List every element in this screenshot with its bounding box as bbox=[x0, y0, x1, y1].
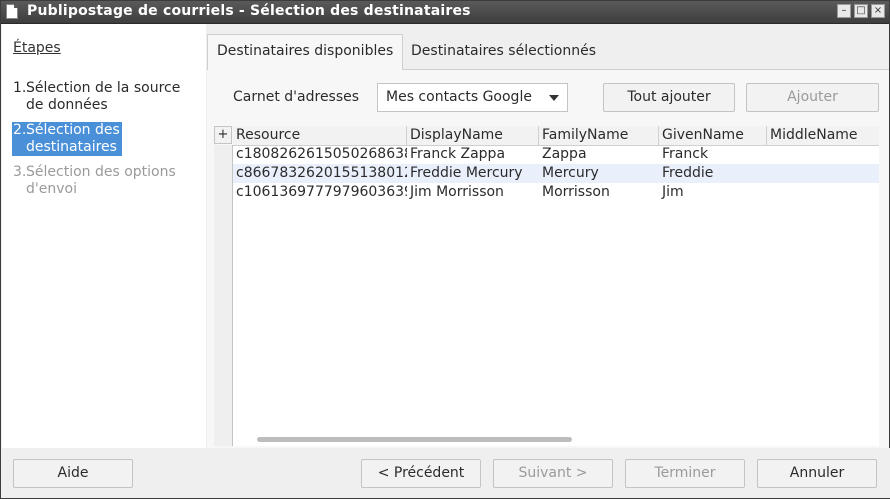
add-column-button[interactable]: + bbox=[214, 126, 232, 144]
steps-panel: Étapes 1. Sélection de la source de donn… bbox=[2, 24, 206, 448]
cell-familyname: Morrisson bbox=[542, 184, 610, 200]
cell-displayname: Franck Zappa bbox=[410, 146, 506, 162]
close-button[interactable]: × bbox=[871, 4, 885, 18]
step-data-source[interactable]: 1. Sélection de la source de données bbox=[12, 80, 198, 114]
maximize-button[interactable]: □ bbox=[854, 4, 868, 18]
cell-familyname: Mercury bbox=[542, 165, 599, 181]
step-send-options[interactable]: 3. Sélection des options d'envoi bbox=[12, 164, 192, 198]
horizontal-scrollbar[interactable] bbox=[257, 437, 572, 442]
steps-heading: Étapes bbox=[13, 40, 61, 56]
finish-button[interactable]: Terminer bbox=[625, 459, 745, 488]
recipients-grid: + Resource DisplayName FamilyName GivenN… bbox=[214, 126, 879, 446]
previous-button[interactable]: < Précédent bbox=[361, 459, 481, 488]
cell-familyname: Zappa bbox=[542, 146, 587, 162]
address-book-value: Mes contacts Google bbox=[386, 89, 532, 105]
column-header-resource[interactable]: Resource bbox=[233, 126, 407, 145]
cell-resource: c1808262615050268638 bbox=[236, 146, 407, 162]
cancel-button[interactable]: Annuler bbox=[757, 459, 877, 488]
cell-resource: c1061369777979603639 bbox=[236, 184, 407, 200]
cell-givenname: Freddie bbox=[662, 165, 714, 181]
minimize-button[interactable]: – bbox=[837, 4, 851, 18]
dialog-window: Publipostage de courriels - Sélection de… bbox=[0, 0, 890, 499]
table-row[interactable]: c1808262615050268638 Franck Zappa Zappa … bbox=[233, 145, 879, 164]
cell-middlename bbox=[767, 164, 879, 183]
column-header-middlename[interactable]: MiddleName bbox=[767, 126, 879, 145]
grid-body: Resource DisplayName FamilyName GivenNam… bbox=[233, 126, 879, 446]
step-number: 1. bbox=[13, 80, 27, 96]
help-button[interactable]: Aide bbox=[13, 459, 133, 488]
add-all-button[interactable]: Tout ajouter bbox=[603, 83, 735, 112]
window-title: Publipostage de courriels - Sélection de… bbox=[27, 3, 471, 19]
tab-available-recipients[interactable]: Destinataires disponibles bbox=[207, 34, 404, 70]
column-header-givenname[interactable]: GivenName bbox=[659, 126, 767, 145]
document-icon bbox=[6, 4, 18, 19]
column-header-displayname[interactable]: DisplayName bbox=[407, 126, 539, 145]
tab-selected-recipients[interactable]: Destinataires sélectionnés bbox=[402, 35, 605, 69]
cell-givenname: Jim bbox=[662, 184, 684, 200]
cell-givenname: Franck bbox=[662, 146, 709, 162]
address-book-select[interactable]: Mes contacts Google bbox=[377, 83, 568, 112]
step-number: 2. bbox=[13, 122, 27, 138]
table-row[interactable]: c8667832620155138012 Freddie Mercury Mer… bbox=[233, 164, 879, 183]
step-label: Sélection de la source de données bbox=[26, 80, 181, 113]
column-header-familyname[interactable]: FamilyName bbox=[539, 126, 659, 145]
add-button[interactable]: Ajouter bbox=[746, 83, 879, 112]
step-label: Sélection des options d'envoi bbox=[26, 164, 176, 197]
cell-displayname: Freddie Mercury bbox=[410, 165, 523, 181]
row-header-column bbox=[214, 145, 233, 446]
step-number: 3. bbox=[13, 164, 27, 180]
title-bar[interactable]: Publipostage de courriels - Sélection de… bbox=[1, 1, 889, 24]
address-book-label: Carnet d'adresses bbox=[233, 89, 360, 105]
table-row[interactable]: c1061369777979603639 Jim Morrisson Morri… bbox=[233, 183, 879, 202]
chevron-down-icon bbox=[549, 95, 559, 101]
cell-middlename bbox=[767, 183, 879, 202]
next-button[interactable]: Suivant > bbox=[493, 459, 613, 488]
cell-middlename bbox=[767, 145, 879, 164]
cell-resource: c8667832620155138012 bbox=[236, 165, 407, 181]
grid-header: Resource DisplayName FamilyName GivenNam… bbox=[233, 126, 879, 146]
step-recipients[interactable]: 2. Sélection des destinataires bbox=[12, 122, 122, 156]
cell-displayname: Jim Morrisson bbox=[410, 184, 504, 200]
step-label: Sélection des destinataires bbox=[26, 122, 120, 155]
tab-bar: Destinataires disponibles Destinataires … bbox=[207, 34, 889, 70]
